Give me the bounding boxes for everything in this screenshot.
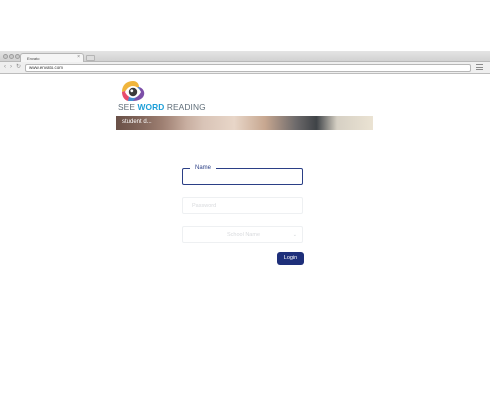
browser-tab[interactable]: Envato × <box>20 53 84 62</box>
new-tab-button[interactable] <box>86 55 95 61</box>
forward-icon[interactable]: › <box>10 64 12 71</box>
tab-title: Envato <box>27 56 40 61</box>
eye-logo-icon <box>122 81 145 101</box>
minimize-window-icon[interactable] <box>9 54 14 59</box>
password-input[interactable] <box>192 201 297 210</box>
tab-bar: Envato × <box>0 51 490 62</box>
school-name-select[interactable]: School Name ⌄ <box>182 226 303 243</box>
tab-close-icon[interactable]: × <box>77 55 80 60</box>
password-field[interactable] <box>182 197 303 214</box>
name-field[interactable]: Name <box>182 164 303 185</box>
reload-icon[interactable]: ↻ <box>16 64 21 71</box>
browser-window: Envato × ‹ › ↻ www.envato.com <box>0 51 490 75</box>
logo-wordmark: SEE WORD READING <box>118 102 206 112</box>
close-window-icon[interactable] <box>3 54 8 59</box>
see-word-reading-logo: SEE WORD READING <box>118 80 218 114</box>
menu-icon[interactable] <box>476 64 483 71</box>
back-icon[interactable]: ‹ <box>4 64 6 71</box>
browser-toolbar: ‹ › ↻ www.envato.com <box>0 62 490 74</box>
address-bar[interactable]: www.envato.com <box>25 64 471 72</box>
school-name-label: School Name <box>226 232 261 238</box>
login-button[interactable]: Login <box>277 252 304 265</box>
header-banner-image: student d... <box>116 116 373 130</box>
banner-caption: student d... <box>122 119 152 125</box>
chevron-down-icon: ⌄ <box>292 232 297 238</box>
name-input[interactable] <box>185 171 300 182</box>
